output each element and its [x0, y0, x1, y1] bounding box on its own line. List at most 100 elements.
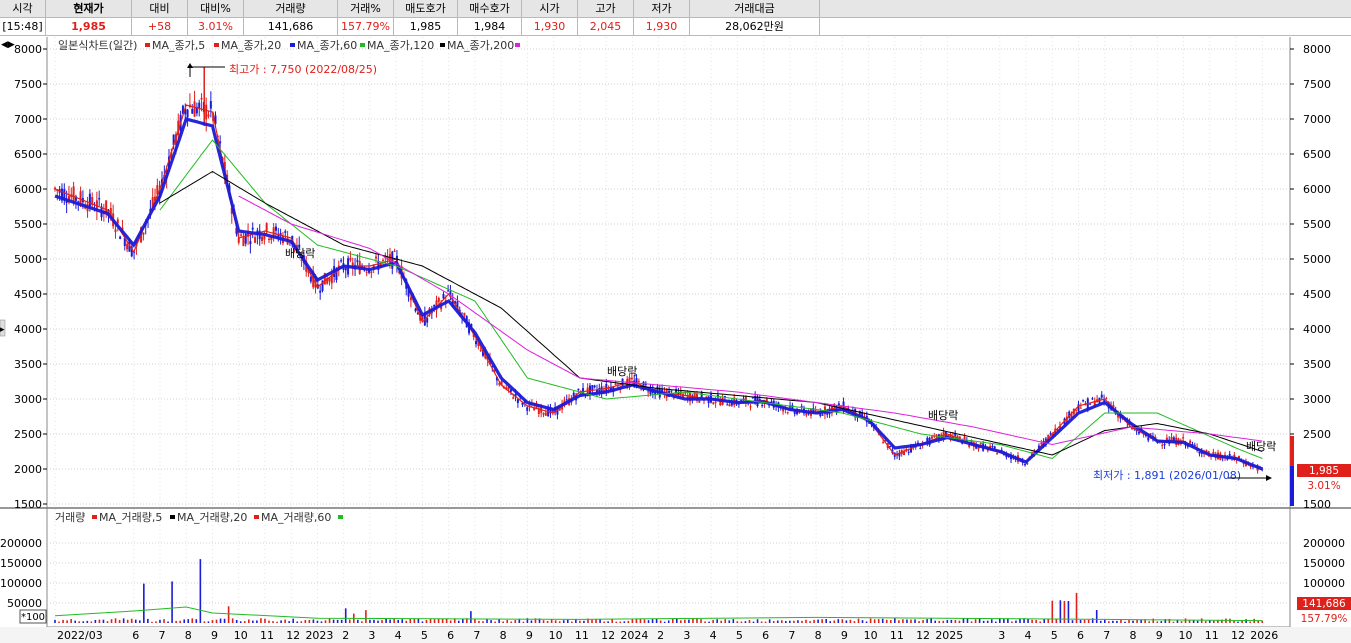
volume-bar [736, 621, 739, 623]
volume-bar [252, 620, 254, 623]
candle-body [1040, 443, 1043, 445]
legend-swatch-vol5 [92, 515, 97, 519]
volume-bar [300, 621, 303, 623]
volume-bar [1128, 620, 1130, 623]
volume-bar [575, 619, 577, 623]
candle-body [437, 297, 440, 302]
volume-bar [793, 620, 795, 623]
legend-ma120: MA_종가,120 [367, 39, 434, 52]
volume-bar [336, 619, 339, 623]
volume-bar [942, 620, 945, 623]
scroll-arrows-icon[interactable]: ◀▶ [1, 40, 15, 50]
candle-body [1163, 443, 1166, 446]
candle-body [414, 308, 417, 312]
time-tick-label: 6 [1077, 629, 1084, 642]
volume-bar [288, 621, 290, 623]
candle-body [191, 108, 194, 114]
time-tick-label: 6 [762, 629, 769, 642]
candle-body [1189, 440, 1192, 444]
volume-bar [619, 621, 622, 623]
candle-body [930, 436, 933, 439]
time-tick-label: 2 [657, 629, 664, 642]
candle-body [1161, 444, 1164, 446]
volume-bar [982, 620, 985, 623]
volume-bar [813, 619, 815, 623]
volume-bar [256, 620, 258, 623]
dividend-label-2024: 배당락 [928, 409, 958, 422]
volume-bar [369, 619, 371, 623]
volume-bar [550, 619, 553, 623]
header-volume: 거래량 [244, 0, 338, 18]
volume-bar [922, 620, 924, 623]
volume-bar [183, 619, 186, 623]
volume-bar [304, 620, 307, 623]
stock-chart-window: 시각 현재가 대비 대비% 거래량 거래% 매도호가 매수호가 시가 고가 저가… [0, 0, 1351, 643]
volume-bar [361, 621, 363, 623]
volume-bar [853, 621, 856, 623]
volume-bar [889, 619, 892, 623]
volume-bar [78, 621, 81, 623]
volume-bar [308, 619, 311, 623]
candle-body [993, 446, 996, 449]
header-current-price: 현재가 [46, 0, 132, 18]
legend-ma5: MA_종가,5 [152, 39, 205, 52]
volume-bar [98, 619, 101, 623]
volume-bar [635, 619, 638, 623]
price-tick-label-left: 4000 [14, 323, 42, 336]
volume-bar [381, 620, 383, 623]
volume-bar [817, 619, 819, 623]
candle-body [284, 231, 287, 233]
volume-bar [215, 619, 218, 623]
volume-unit-label: *100 [21, 612, 45, 623]
volume-bar [797, 620, 799, 623]
candle-body [98, 198, 101, 200]
candle-body [261, 236, 264, 241]
candle-body [249, 241, 252, 245]
volume-bar [138, 620, 141, 623]
volume-legend: 거래량 MA_거래량,5 MA_거래량,20 MA_거래량,60 [55, 511, 343, 524]
price-tick-label-left: 8000 [14, 43, 42, 56]
legend-swatch-vol60-end [338, 515, 343, 519]
legend-ma20: MA_종가,20 [221, 39, 281, 52]
legend-swatch-vol20 [170, 515, 175, 519]
volume-bar [760, 621, 763, 623]
volume-bar [566, 619, 569, 623]
volume-bar [510, 621, 513, 623]
volume-bar [1112, 620, 1114, 623]
candle-body [319, 290, 322, 293]
volume-bar [1027, 618, 1029, 623]
value-trade-amount: 28,062만원 [690, 18, 820, 36]
time-tick-label: 2026 [1250, 629, 1278, 642]
candle-body [365, 271, 368, 273]
volume-bar [425, 619, 428, 623]
quote-header-row: 시각 현재가 대비 대비% 거래량 거래% 매도호가 매수호가 시가 고가 저가… [0, 0, 820, 18]
volume-bar [1213, 620, 1215, 623]
volume-bar [970, 621, 973, 623]
volume-bar [918, 621, 920, 623]
volume-bar [530, 620, 533, 623]
price-tick-label-right: 3500 [1303, 358, 1331, 371]
volume-bar [680, 620, 682, 623]
price-volume-chart[interactable]: ◀▶ ▸ 8000 8000 7500 7500 7000 7000 6500 6500 600… [0, 37, 1351, 643]
volume-bar [966, 618, 969, 623]
candle-body [1105, 398, 1108, 400]
volume-bar [175, 620, 177, 623]
volume-bar [1103, 619, 1106, 623]
volume-tick-label-left: 50000 [7, 597, 42, 610]
volume-bar [1063, 600, 1066, 623]
legend-ma200: MA_종가,200 [447, 39, 514, 52]
time-tick-label: 9 [1156, 629, 1163, 642]
price-tick-label-left: 3000 [14, 393, 42, 406]
price-tick-label-right: 5500 [1303, 218, 1331, 231]
candle-body [979, 443, 982, 445]
volume-bar [114, 618, 117, 623]
volume-bar [659, 620, 662, 623]
candle-body [193, 101, 196, 117]
volume-bar [1031, 619, 1033, 623]
volume-tag-value: 141,686 [1302, 598, 1346, 610]
price-tick-label-left: 4500 [14, 288, 42, 301]
volume-bar [195, 619, 198, 623]
volume-bar [627, 620, 630, 623]
volume-bar [167, 621, 169, 623]
volume-bar [1007, 618, 1009, 623]
